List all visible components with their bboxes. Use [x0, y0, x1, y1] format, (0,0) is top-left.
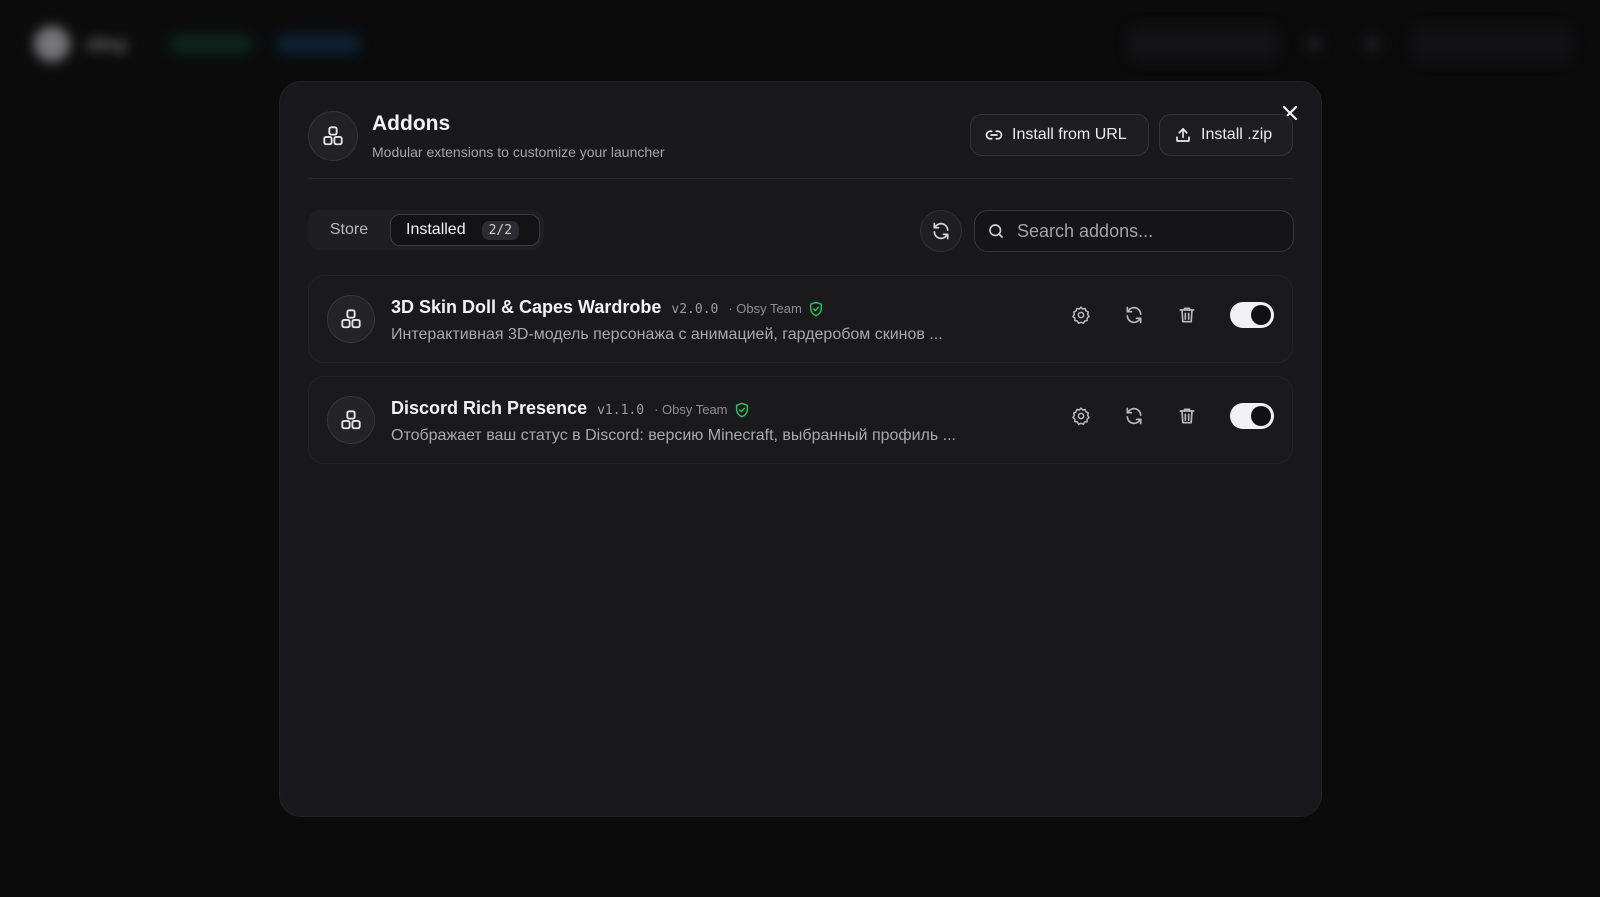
tab-store[interactable]: Store	[308, 210, 390, 250]
trash-icon	[1179, 307, 1195, 323]
search-input[interactable]	[1015, 219, 1289, 243]
background-button	[1128, 26, 1278, 62]
install-from-url-button[interactable]: Install from URL	[970, 114, 1149, 156]
background-button	[1412, 26, 1572, 62]
modal-title: Addons	[372, 112, 451, 135]
addon-icon-wrapper	[327, 295, 375, 343]
installed-count-badge: 2/2	[481, 220, 520, 240]
gear-icon	[1072, 407, 1090, 425]
tab-installed[interactable]: Installed 2/2	[390, 214, 540, 246]
addons-icon	[323, 126, 343, 146]
addons-icon	[341, 309, 361, 329]
upload-icon	[1176, 128, 1190, 142]
addon-card: 3D Skin Doll & Capes Wardrobe v2.0.0 · O…	[308, 275, 1293, 363]
addon-actions	[1071, 403, 1274, 429]
addon-version: v2.0.0	[671, 302, 719, 317]
toggle-knob	[1251, 406, 1271, 426]
addon-enable-toggle[interactable]	[1230, 302, 1274, 328]
install-from-url-label: Install from URL	[1012, 126, 1127, 143]
addon-enable-toggle[interactable]	[1230, 403, 1274, 429]
addon-author-row: · Obsy Team	[654, 402, 749, 418]
addon-description: Отображает ваш статус в Discord: версию …	[391, 427, 956, 444]
addon-title-row: Discord Rich Presence v1.1.0 · Obsy Team	[391, 398, 750, 419]
status-pill-blue	[278, 34, 360, 54]
addon-update-button[interactable]	[1124, 305, 1144, 325]
verified-shield-icon	[809, 301, 822, 316]
addon-name: 3D Skin Doll & Capes Wardrobe	[391, 297, 662, 317]
app-brand: obsy	[86, 34, 129, 54]
addon-settings-button[interactable]	[1071, 406, 1091, 426]
background-icon	[1364, 36, 1380, 52]
addon-author: · Obsy Team	[728, 301, 802, 316]
addon-author-row: · Obsy Team	[728, 301, 823, 317]
search-icon	[989, 224, 1003, 238]
addons-icon	[341, 410, 361, 430]
header-divider	[308, 178, 1293, 179]
refresh-icon	[933, 222, 949, 240]
background-icon	[1306, 36, 1322, 52]
addon-update-button[interactable]	[1124, 406, 1144, 426]
addon-version: v1.1.0	[597, 403, 645, 418]
modal-subtitle: Modular extensions to customize your lau…	[372, 144, 665, 160]
background-app-bar: obsy	[0, 0, 1600, 90]
addon-settings-button[interactable]	[1071, 305, 1091, 325]
install-zip-button[interactable]: Install .zip	[1159, 114, 1293, 156]
link-icon	[985, 130, 1003, 140]
addon-author: · Obsy Team	[654, 402, 728, 417]
search-box	[974, 210, 1294, 252]
addon-delete-button[interactable]	[1177, 406, 1197, 426]
refresh-button[interactable]	[920, 210, 962, 252]
trash-icon	[1179, 408, 1195, 424]
app-logo	[34, 26, 70, 62]
addon-delete-button[interactable]	[1177, 305, 1197, 325]
refresh-icon	[1126, 407, 1142, 425]
status-pill-green	[170, 34, 252, 54]
addon-title-row: 3D Skin Doll & Capes Wardrobe v2.0.0 · O…	[391, 297, 824, 318]
addon-card: Discord Rich Presence v1.1.0 · Obsy Team…	[308, 376, 1293, 464]
verified-shield-icon	[735, 402, 748, 417]
toggle-knob	[1251, 305, 1271, 325]
addon-tabs: Store Installed 2/2	[308, 210, 544, 250]
addon-name: Discord Rich Presence	[391, 398, 588, 418]
addons-header-icon	[308, 111, 358, 161]
tab-installed-label: Installed	[406, 221, 466, 238]
addon-actions	[1071, 302, 1274, 328]
addons-modal: Addons Modular extensions to customize y…	[279, 81, 1322, 817]
addon-icon-wrapper	[327, 396, 375, 444]
gear-icon	[1072, 306, 1090, 324]
install-zip-label: Install .zip	[1201, 126, 1273, 143]
refresh-icon	[1126, 306, 1142, 324]
addon-description: Интерактивная 3D-модель персонажа с аним…	[391, 326, 943, 343]
